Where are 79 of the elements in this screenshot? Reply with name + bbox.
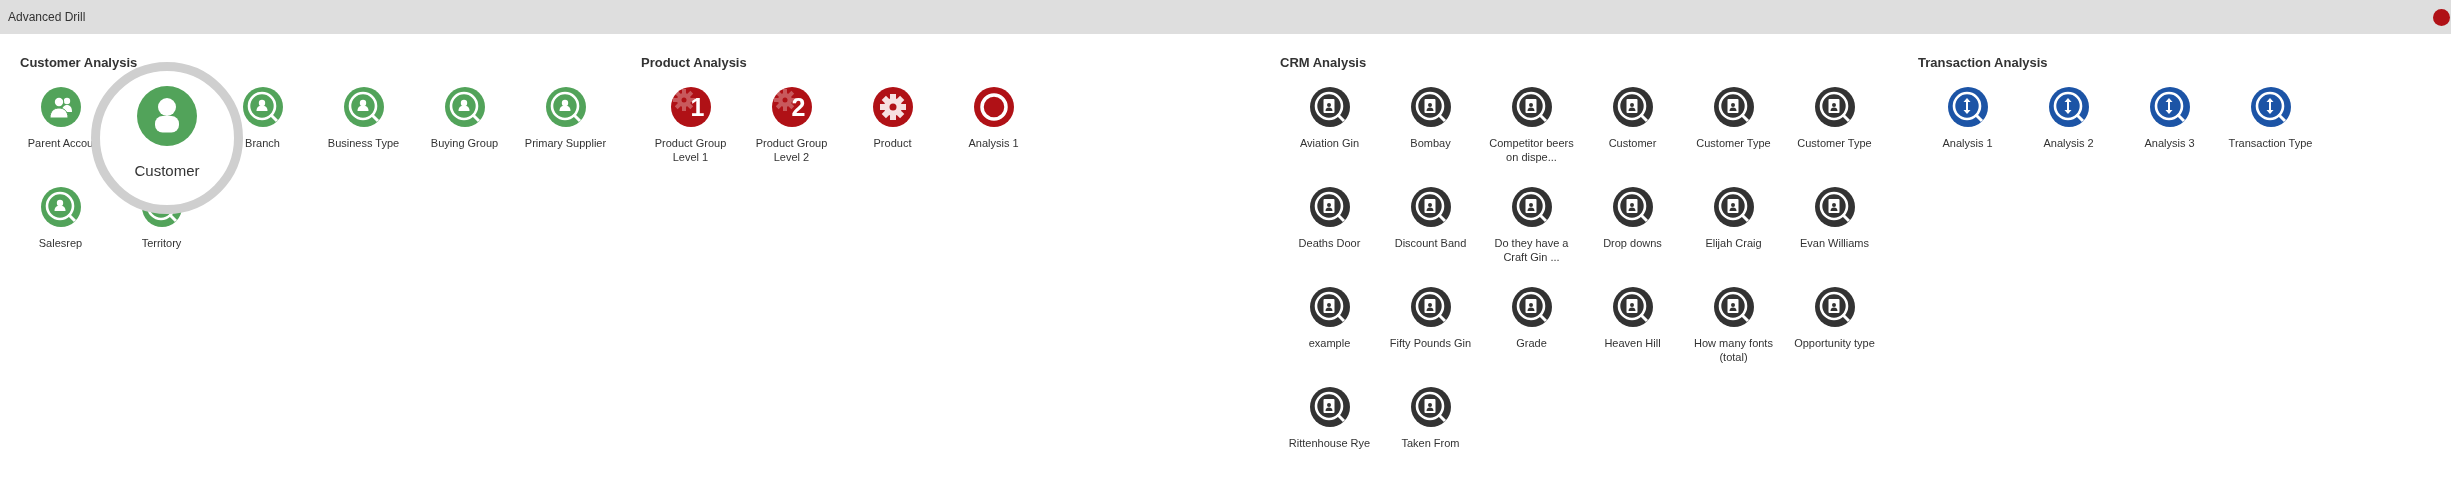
contact-search-icon[interactable] [1713, 287, 1754, 327]
item-label: Parent Accou [27, 136, 94, 150]
contact-search-icon[interactable] [1410, 387, 1451, 427]
person-search-icon[interactable] [545, 87, 586, 127]
people-icon[interactable] [40, 87, 81, 127]
section-title: CRM Analysis [1280, 55, 1367, 71]
window-title: Advanced Drill [8, 10, 86, 24]
item-label: Elijah Craig [1705, 236, 1762, 250]
item-label: Drop downs [1603, 236, 1662, 250]
contact-search-icon[interactable] [1814, 187, 1855, 227]
person-search-icon[interactable] [444, 87, 485, 127]
contact-search-icon[interactable] [1713, 87, 1754, 127]
section-title: Transaction Analysis [1918, 55, 2048, 71]
item-label: Customer [1608, 136, 1657, 150]
item-label: Discount Band [1394, 236, 1467, 250]
item-label: Customer Type [1797, 136, 1872, 150]
contact-search-icon[interactable] [1511, 87, 1552, 127]
item-label: Do they have a Craft Gin ... [1493, 236, 1570, 264]
item-label: example [1308, 336, 1351, 350]
gear-icon[interactable] [771, 87, 812, 127]
item-label: Buying Group [430, 136, 499, 150]
item-label: Fifty Pounds Gin [1389, 336, 1472, 350]
contact-search-icon[interactable] [1410, 87, 1451, 127]
item-label: Customer [134, 162, 200, 180]
person-search-icon[interactable] [242, 87, 283, 127]
contact-search-icon[interactable] [1511, 187, 1552, 227]
gear-icon[interactable] [670, 87, 711, 127]
item-label: Evan Williams [1799, 236, 1870, 250]
item-label: Product Group Level 1 [653, 136, 728, 164]
item-label: Territory [141, 236, 182, 250]
contact-search-icon[interactable] [1612, 187, 1653, 227]
contact-search-icon[interactable] [1309, 287, 1350, 327]
contact-search-icon[interactable] [1410, 187, 1451, 227]
arrows-search-icon[interactable] [2149, 87, 2190, 127]
section-title: Product Analysis [641, 55, 747, 71]
item-label: Transaction Type [2228, 136, 2313, 150]
item-label: Branch [245, 136, 280, 150]
item-label: Primary Supplier [524, 136, 607, 150]
contact-search-icon[interactable] [1814, 87, 1855, 127]
item-label: Analysis 1 [1942, 136, 1993, 150]
arrows-search-icon[interactable] [2048, 87, 2089, 127]
contact-search-icon[interactable] [1511, 287, 1552, 327]
item-label: Analysis 1 [968, 136, 1019, 150]
contact-search-icon[interactable] [1309, 87, 1350, 127]
person-icon[interactable] [137, 86, 197, 146]
contact-search-icon[interactable] [1309, 187, 1350, 227]
person-search-icon[interactable] [343, 87, 384, 127]
item-label: Aviation Gin [1299, 136, 1360, 150]
close-button[interactable] [2433, 8, 2450, 26]
item-label: Analysis 2 [2043, 136, 2094, 150]
contact-search-icon[interactable] [1612, 87, 1653, 127]
contact-search-icon[interactable] [1814, 287, 1855, 327]
contact-search-icon[interactable] [1713, 187, 1754, 227]
item-label: Deaths Door [1298, 236, 1361, 250]
item-label: Customer Type [1696, 136, 1771, 150]
contact-search-icon[interactable] [1612, 287, 1653, 327]
item-label: Competitor beers on dispe... [1488, 136, 1575, 164]
arrows-search-icon[interactable] [1947, 87, 1988, 127]
item-label: How many fonts (total) [1693, 336, 1774, 364]
gear-icon[interactable] [872, 87, 913, 127]
contact-search-icon[interactable] [1309, 387, 1350, 427]
item-label: Business Type [327, 136, 400, 150]
item-label: Salesrep [38, 236, 83, 250]
level-number: 2 [791, 92, 806, 123]
item-label: Taken From [1401, 436, 1460, 450]
item-label: Product Group Level 2 [754, 136, 829, 164]
section-title: Customer Analysis [20, 55, 138, 71]
level-number: 1 [690, 92, 705, 123]
item-label: Opportunity type [1794, 336, 1875, 350]
item-label: Rittenhouse Rye [1288, 436, 1371, 450]
item-label: Grade [1516, 336, 1547, 350]
target-icon[interactable] [973, 87, 1014, 127]
arrows-search-icon[interactable] [2250, 87, 2291, 127]
item-label: Analysis 3 [2144, 136, 2195, 150]
item-label: Product [873, 136, 912, 150]
person-search-icon[interactable] [40, 187, 81, 227]
contact-search-icon[interactable] [1410, 287, 1451, 327]
item-label: Bombay [1410, 136, 1451, 150]
item-label: Heaven Hill [1604, 336, 1661, 350]
